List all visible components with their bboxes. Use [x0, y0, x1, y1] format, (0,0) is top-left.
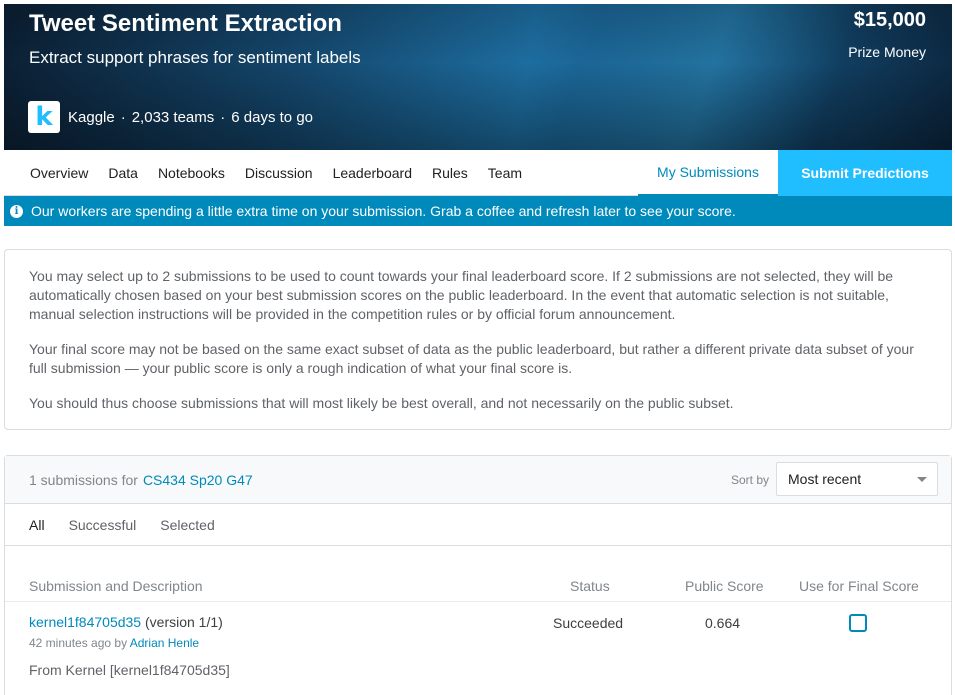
- filter-all[interactable]: All: [29, 517, 45, 533]
- separator: ·: [220, 108, 226, 126]
- tab-team[interactable]: Team: [478, 150, 532, 196]
- column-public-score: Public Score: [685, 578, 764, 594]
- info-icon: i: [10, 204, 23, 218]
- processing-message: Our workers are spending a little extra …: [31, 203, 736, 219]
- tab-rules[interactable]: Rules: [422, 150, 478, 196]
- sort-select[interactable]: Most recent: [776, 462, 938, 496]
- tab-overview[interactable]: Overview: [4, 150, 98, 196]
- final-score-checkbox[interactable]: [849, 614, 867, 632]
- submissions-panel: 1 submissions for CS434 Sp20 G47 Sort by…: [4, 455, 952, 695]
- submission-time: 42 minutes ago by Adrian Henle: [29, 636, 199, 650]
- deadline: 6 days to go: [231, 108, 314, 126]
- notice-paragraph: You may select up to 2 submissions to be…: [29, 268, 894, 322]
- notice-paragraph: You should thus choose submissions that …: [29, 395, 734, 411]
- tab-leaderboard[interactable]: Leaderboard: [323, 150, 422, 196]
- column-description: Submission and Description: [29, 578, 203, 594]
- submission-timestamp: 42 minutes ago by: [29, 636, 128, 650]
- table-row: kernel1f84705d35 (version 1/1) 42 minute…: [5, 602, 951, 682]
- host-name[interactable]: Kaggle: [68, 109, 115, 126]
- competition-meta: k Kaggle · 2,033 teams · 6 days to go: [28, 101, 313, 133]
- prize-amount: $15,000: [853, 9, 926, 31]
- sort-value: Most recent: [788, 471, 862, 487]
- submission-filters: All Successful Selected: [5, 504, 951, 546]
- sort-label: Sort by: [730, 473, 769, 487]
- prize-label: Prize Money: [848, 44, 926, 60]
- tab-notebooks[interactable]: Notebooks: [148, 150, 235, 196]
- submission-link[interactable]: kernel1f84705d35: [29, 614, 141, 630]
- team-count[interactable]: 2,033 teams: [132, 109, 215, 126]
- tab-data[interactable]: Data: [98, 150, 148, 196]
- filter-selected[interactable]: Selected: [160, 517, 214, 533]
- separator: ·: [120, 108, 126, 126]
- competition-nav: Overview Data Notebooks Discussion Leade…: [4, 150, 952, 196]
- submissions-header: 1 submissions for CS434 Sp20 G47 Sort by…: [5, 456, 951, 504]
- submit-predictions-button[interactable]: Submit Predictions: [778, 150, 952, 196]
- tab-discussion[interactable]: Discussion: [235, 150, 323, 196]
- team-link[interactable]: CS434 Sp20 G47: [143, 472, 253, 488]
- competition-banner: Tweet Sentiment Extraction Extract suppo…: [4, 4, 952, 150]
- notice-paragraph: Your final score may not be based on the…: [29, 341, 914, 376]
- column-final-score: Use for Final Score: [799, 578, 919, 594]
- chevron-down-icon: [917, 477, 927, 482]
- processing-notice-bar: i Our workers are spending a little extr…: [4, 196, 952, 226]
- competition-subtitle: Extract support phrases for sentiment la…: [29, 48, 361, 67]
- submissions-count: 1 submissions for: [29, 471, 138, 488]
- competition-title: Tweet Sentiment Extraction: [29, 10, 342, 37]
- tab-my-submissions[interactable]: My Submissions: [638, 150, 778, 196]
- submission-status: Succeeded: [553, 615, 624, 631]
- column-status: Status: [570, 578, 610, 594]
- table-header: Submission and Description Status Public…: [5, 546, 951, 602]
- selection-notice: You may select up to 2 submissions to be…: [4, 249, 952, 430]
- page: Tweet Sentiment Extraction Extract suppo…: [4, 4, 952, 695]
- submission-description: From Kernel [kernel1f84705d35]: [29, 662, 230, 678]
- kaggle-logo-icon[interactable]: k: [28, 101, 60, 133]
- submission-name[interactable]: kernel1f84705d35 (version 1/1): [29, 614, 223, 630]
- public-score: 0.664: [705, 615, 741, 631]
- submission-version: (version 1/1): [145, 614, 223, 630]
- author-link[interactable]: Adrian Henle: [130, 636, 199, 650]
- filter-successful[interactable]: Successful: [69, 517, 137, 533]
